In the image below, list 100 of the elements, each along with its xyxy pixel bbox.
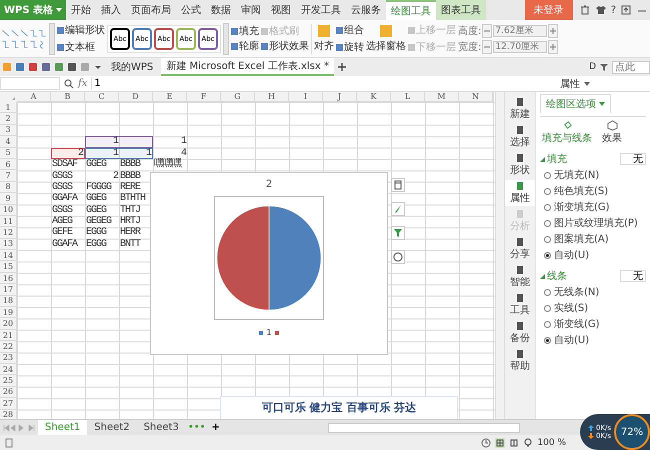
panel-tab[interactable]: 填充与线条 [540, 120, 594, 145]
menu-tab[interactable]: 图表工具 [436, 0, 486, 20]
menu-tab[interactable]: 开始 [66, 0, 96, 20]
row-header[interactable]: 27 [0, 398, 17, 410]
gear-icon[interactable] [391, 250, 405, 264]
row-header[interactable]: 9 [0, 193, 17, 205]
radio-option[interactable]: 无线条(N) [540, 285, 646, 299]
column-header[interactable]: J [323, 92, 357, 102]
row-header[interactable]: 4 [0, 136, 17, 148]
row-header[interactable]: 18 [0, 296, 17, 308]
column-header[interactable]: F [187, 92, 221, 102]
menu-tab[interactable]: 公式 [176, 0, 206, 20]
sidebar-item[interactable]: 属性 [505, 180, 535, 206]
sidebar-item[interactable]: 工具 [505, 292, 535, 318]
row-header[interactable]: 23 [0, 352, 17, 364]
row-header[interactable]: 15 [0, 261, 17, 273]
column-header[interactable]: G [221, 92, 255, 102]
zoom-icon[interactable] [64, 78, 74, 88]
document-tab[interactable]: 我的WPS [106, 58, 158, 76]
trash-icon[interactable] [580, 5, 590, 15]
export-icon[interactable] [621, 5, 631, 15]
menu-tab[interactable]: 审阅 [236, 0, 266, 20]
plus-icon[interactable] [548, 40, 558, 54]
zoom-level[interactable]: 100 % [537, 438, 566, 448]
menu-tab[interactable]: 数据 [206, 0, 236, 20]
row-header[interactable]: 7 [0, 170, 17, 182]
section-title[interactable]: 线条 [547, 269, 618, 283]
column-header[interactable]: M [425, 92, 459, 102]
collapse-triangle-icon[interactable] [540, 274, 545, 278]
column-header[interactable]: I [289, 92, 323, 102]
menu-tab[interactable]: 插入 [96, 0, 126, 20]
sidebar-item[interactable]: 智能 [505, 264, 535, 290]
collapse-triangle-icon[interactable] [540, 156, 545, 162]
sidebar-item[interactable]: 新建 [505, 96, 535, 122]
gallery-scrollbar[interactable] [223, 22, 229, 54]
panel-dropdown[interactable]: 绘图区选项 [540, 94, 611, 113]
radio-option[interactable]: 实线(S) [540, 301, 646, 315]
document-tab[interactable]: 新建 Microsoft Excel 工作表.xlsx * [161, 58, 334, 76]
section-title[interactable]: 填充 [547, 152, 618, 166]
toolbar-letter[interactable]: D [589, 62, 596, 72]
filter-icon[interactable] [599, 62, 609, 72]
menu-tab[interactable]: 页面布局 [126, 0, 176, 20]
ribbon-command[interactable]: 选择窗格 [366, 24, 406, 52]
page-icon[interactable] [4, 438, 14, 448]
radio-option[interactable]: 纯色填充(S) [540, 184, 646, 198]
sidebar-item[interactable]: 备份 [505, 320, 535, 346]
menu-tab[interactable]: 视图 [266, 0, 296, 20]
minus-icon[interactable] [482, 24, 492, 38]
add-sheet-button[interactable]: + [208, 422, 224, 433]
row-header[interactable]: 12 [0, 227, 17, 239]
history-icon[interactable] [481, 438, 492, 448]
row-header[interactable]: 2 [0, 113, 17, 125]
radio-option[interactable]: 渐变填充(G) [540, 200, 646, 214]
gallery-scrollbar[interactable] [49, 22, 55, 54]
row-header[interactable]: 24 [0, 364, 17, 376]
section-dropdown[interactable]: 无 [620, 270, 646, 282]
row-header[interactable]: 26 [0, 386, 17, 398]
radio-option[interactable]: 图片或纹理填充(P) [540, 216, 646, 230]
sidebar-item[interactable]: 形状 [505, 152, 535, 178]
plot-area-frame[interactable] [214, 196, 324, 320]
column-header[interactable]: C [85, 92, 119, 102]
plus-icon[interactable] [548, 24, 558, 38]
radio-option[interactable]: 渐变线(G) [540, 317, 646, 331]
menu-tab[interactable]: 绘图工具 [386, 0, 436, 20]
ribbon-command[interactable]: 形状效果 [261, 38, 309, 54]
column-header[interactable]: E [153, 92, 187, 102]
panel-tab[interactable]: 效果 [600, 120, 624, 145]
ribbon-command[interactable]: 对齐 [314, 24, 334, 52]
column-header[interactable]: N [459, 92, 493, 102]
sheet-tab[interactable]: Sheet3 [136, 420, 186, 435]
row-header[interactable]: 21 [0, 330, 17, 342]
radio-option[interactable]: 无填充(N) [540, 168, 646, 182]
section-dropdown[interactable]: 无 [620, 153, 646, 165]
sheet-tab[interactable]: Sheet1 [38, 420, 88, 435]
caret-icon[interactable] [584, 82, 590, 86]
row-header[interactable]: 11 [0, 216, 17, 228]
radio-option[interactable]: 图案填充(A) [540, 232, 646, 246]
radio-option[interactable]: 自动(U) [540, 248, 646, 262]
row-header[interactable]: 3 [0, 124, 17, 136]
row-header[interactable]: 22 [0, 341, 17, 353]
sidebar-item[interactable]: 选择 [505, 124, 535, 150]
filter-icon[interactable] [391, 226, 405, 240]
column-header[interactable]: D [119, 92, 153, 102]
horizontal-scrollbar[interactable] [328, 422, 520, 432]
menu-tab[interactable]: 开发工具 [296, 0, 346, 20]
ribbon-command[interactable]: 轮廓 [231, 38, 259, 54]
vertical-scrollbar[interactable] [495, 92, 504, 419]
row-header[interactable]: 10 [0, 204, 17, 216]
row-header[interactable]: 17 [0, 284, 17, 296]
sheet-tab[interactable]: Sheet2 [87, 420, 137, 435]
new-tab-plus-icon[interactable] [336, 62, 347, 72]
search-field[interactable]: 点此 [612, 60, 650, 74]
sidebar-item[interactable]: 帮助 [505, 348, 535, 374]
row-header[interactable]: 6 [0, 158, 17, 170]
row-header[interactable]: 19 [0, 307, 17, 318]
column-header[interactable]: B [51, 92, 85, 102]
menu-tab[interactable]: 云服务 [346, 0, 386, 20]
row-header[interactable]: 20 [0, 318, 17, 330]
ribbon-command[interactable]: 组合 [336, 23, 364, 37]
ribbon-command[interactable]: 文本框 [57, 40, 105, 54]
